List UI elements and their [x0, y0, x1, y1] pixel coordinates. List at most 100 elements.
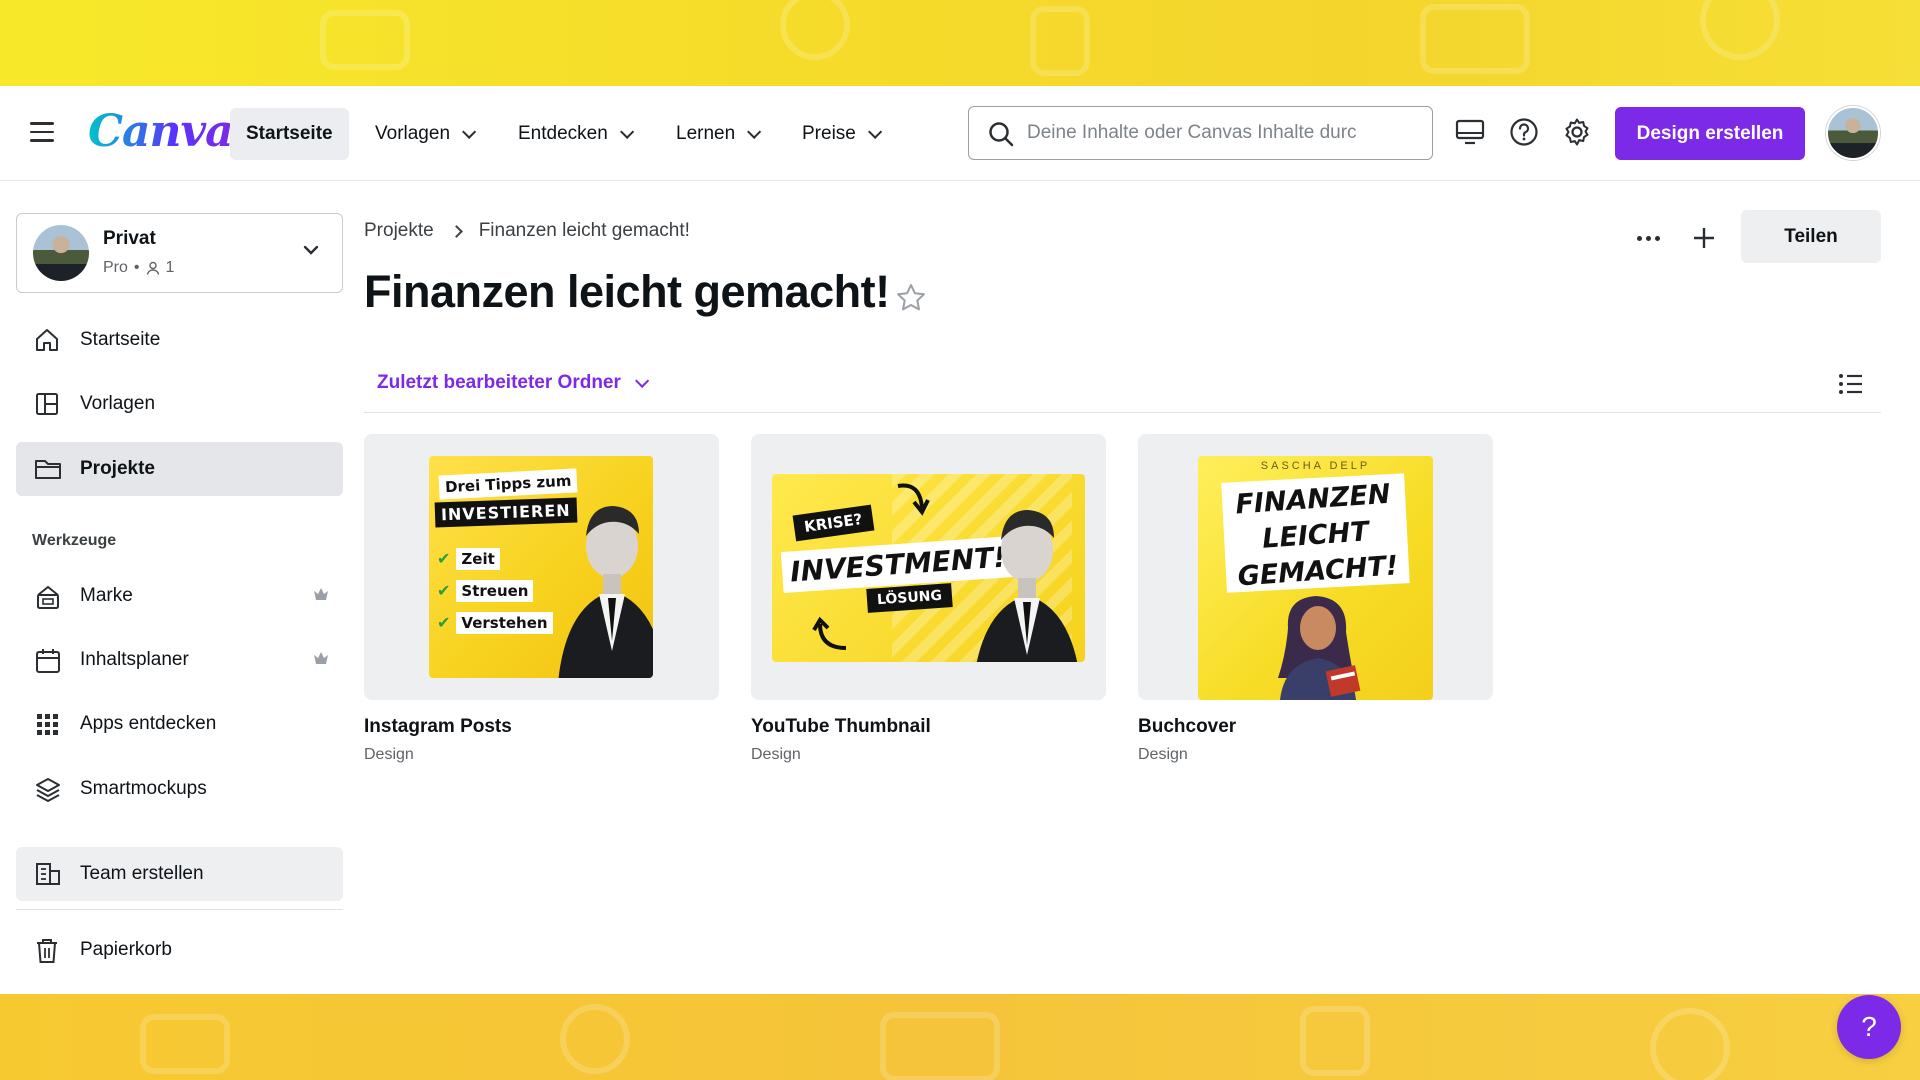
sidebar-item-apps[interactable]: Apps entdecken	[16, 697, 343, 751]
design-card[interactable]: SASCHA DELP FINANZEN LEICHT GEMACHT! Buc…	[1138, 434, 1493, 764]
sidebar-item-label: Team erstellen	[80, 863, 204, 884]
chevron-down-icon	[619, 124, 634, 139]
nav-label: Lernen	[676, 123, 736, 144]
sidebar-item-startseite[interactable]: Startseite	[16, 313, 343, 367]
art-bullet-list: ✔ Zeit ✔ Streuen ✔ Verstehen	[437, 548, 553, 634]
sidebar-divider	[16, 909, 343, 910]
search-input[interactable]: Deine Inhalte oder Canvas Inhalte durc	[968, 106, 1433, 160]
art-headline: FINANZEN LEICHT GEMACHT!	[1220, 476, 1410, 597]
decorative-background-bottom	[0, 994, 1920, 1080]
youtube-thumbnail-artwork: KRISE? INVESTMENT! LÖSUNG	[772, 474, 1085, 662]
template-icon	[36, 393, 58, 415]
sidebar-item-vorlagen[interactable]: Vorlagen	[16, 377, 343, 431]
desktop-icon[interactable]	[1452, 114, 1488, 150]
gear-icon[interactable]	[1559, 114, 1595, 150]
woman-illustration	[1278, 596, 1361, 700]
sidebar-item-label: Projekte	[80, 458, 155, 479]
chevron-down-icon	[303, 245, 319, 255]
apps-grid-icon	[37, 714, 58, 735]
sidebar-item-label: Startseite	[80, 329, 161, 350]
team-switcher[interactable]: Privat Pro • 1	[16, 213, 343, 293]
sidebar-item-label: Smartmockups	[80, 778, 207, 799]
plus-icon[interactable]	[1686, 220, 1722, 256]
tools-heading: Werkzeuge	[32, 532, 117, 549]
art-bullet: ✔ Verstehen	[437, 612, 553, 634]
check-icon: ✔	[437, 551, 451, 568]
design-card[interactable]: Drei Tipps zum INVESTIEREN ✔ Zeit ✔ Streue…	[364, 434, 719, 764]
sidebar-item-papierkorb[interactable]: Papierkorb	[16, 923, 343, 977]
design-type: Design	[364, 746, 414, 763]
sidebar-item-label: Vorlagen	[80, 393, 156, 414]
design-type: Design	[1138, 746, 1188, 763]
nav-startseite[interactable]: Startseite	[230, 108, 349, 160]
design-thumbnail[interactable]: KRISE? INVESTMENT! LÖSUNG	[751, 434, 1106, 700]
nav-label: Vorlagen	[375, 123, 451, 144]
home-icon	[36, 329, 58, 351]
team-avatar	[33, 225, 89, 281]
nav-preise[interactable]: Preise	[786, 108, 894, 160]
design-title: YouTube Thumbnail	[751, 716, 931, 737]
design-thumbnail[interactable]: SASCHA DELP FINANZEN LEICHT GEMACHT!	[1138, 434, 1493, 700]
design-card[interactable]: KRISE? INVESTMENT! LÖSUNG YouTube Thumbn…	[751, 434, 1106, 764]
art-bullet: ✔ Zeit	[437, 548, 553, 570]
search-icon	[989, 122, 1014, 147]
create-design-button[interactable]: Design erstellen	[1615, 107, 1805, 160]
art-author: SASCHA DELP	[1260, 460, 1371, 472]
calendar-icon	[36, 649, 60, 673]
plan-label: Pro	[103, 259, 128, 276]
nav-label: Entdecken	[518, 123, 608, 144]
member-count: 1	[165, 259, 175, 276]
sidebar-item-inhaltsplaner[interactable]: Inhaltsplaner	[16, 633, 343, 687]
menu-icon[interactable]	[30, 122, 54, 144]
crown-icon	[314, 588, 328, 600]
curved-arrow-icon	[897, 483, 930, 516]
content-divider	[364, 412, 1881, 413]
nav-lernen[interactable]: Lernen	[660, 108, 773, 160]
curved-arrow-icon	[812, 616, 847, 650]
sort-dropdown[interactable]: Zuletzt bearbeiteter Ordner	[377, 372, 650, 394]
nav-label: Startseite	[246, 123, 333, 144]
team-plan: Pro • 1	[103, 259, 174, 277]
sidebar-item-label: Papierkorb	[80, 939, 172, 960]
list-view-icon[interactable]	[1838, 372, 1864, 396]
person-illustration	[558, 506, 653, 678]
check-icon: ✔	[437, 583, 451, 600]
art-tag: KRISE?	[792, 504, 874, 542]
design-thumbnail[interactable]: Drei Tipps zum INVESTIEREN ✔ Zeit ✔ Streue…	[364, 434, 719, 700]
sidebar-item-marke[interactable]: Marke	[16, 569, 343, 623]
team-name: Privat	[103, 228, 156, 249]
folder-icon	[35, 460, 61, 479]
sidebar-item-label: Apps entdecken	[80, 713, 217, 734]
brand-icon	[37, 585, 59, 609]
layers-icon	[36, 778, 60, 803]
avatar[interactable]	[1826, 106, 1880, 160]
help-icon[interactable]	[1506, 114, 1542, 150]
sort-label: Zuletzt bearbeiteter Ordner	[377, 372, 621, 393]
sidebar-item-projekte[interactable]: Projekte	[16, 442, 343, 496]
art-bullet-text: Streuen	[456, 580, 534, 602]
art-bullet-text: Verstehen	[456, 612, 553, 634]
sidebar-item-smartmockups[interactable]: Smartmockups	[16, 762, 343, 816]
canva-logo[interactable]: Canva	[88, 106, 234, 157]
share-button[interactable]: Teilen	[1741, 210, 1881, 263]
breadcrumb: Projekte Finanzen leicht gemacht!	[364, 220, 690, 242]
design-title: Buchcover	[1138, 716, 1237, 737]
check-icon: ✔	[437, 615, 451, 632]
page-title: Finanzen leicht gemacht!	[364, 266, 890, 317]
instagram-post-artwork: Drei Tipps zum INVESTIEREN ✔ Zeit ✔ Streue…	[429, 456, 653, 678]
breadcrumb-projekte[interactable]: Projekte	[364, 220, 434, 242]
nav-entdecken[interactable]: Entdecken	[502, 108, 646, 160]
help-fab-button[interactable]: ?	[1837, 995, 1901, 1059]
building-icon	[36, 863, 60, 885]
top-bar: Canva Startseite Vorlagen Entdecken Lern…	[0, 86, 1920, 181]
star-icon[interactable]	[895, 282, 927, 314]
sidebar-item-team-erstellen[interactable]: Team erstellen	[16, 847, 343, 901]
design-type: Design	[751, 746, 801, 763]
chevron-down-icon	[747, 124, 762, 139]
more-options-icon[interactable]	[1630, 220, 1666, 256]
nav-vorlagen[interactable]: Vorlagen	[359, 108, 488, 160]
person-illustration	[976, 510, 1078, 662]
trash-icon	[37, 939, 57, 963]
chevron-down-icon	[867, 124, 883, 139]
search-placeholder: Deine Inhalte oder Canvas Inhalte durc	[1027, 122, 1357, 143]
